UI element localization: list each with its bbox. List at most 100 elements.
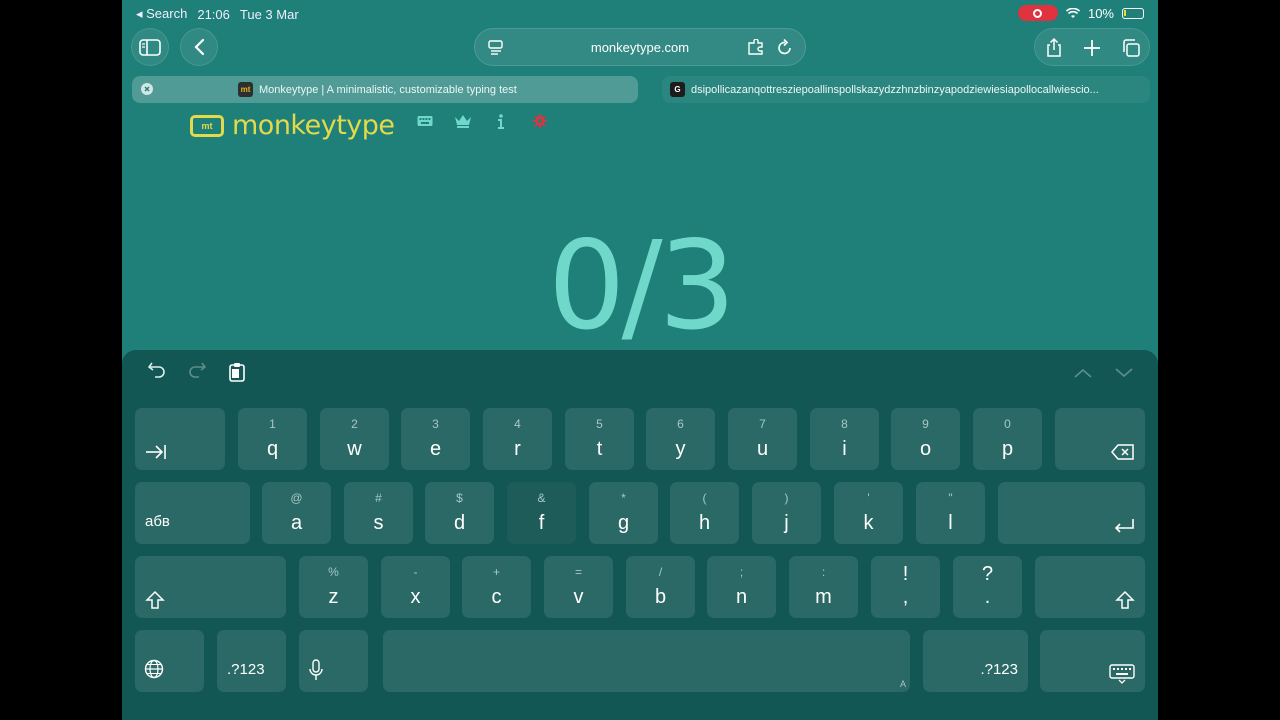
next-field-button[interactable] <box>1115 365 1133 383</box>
status-time: 21:06 <box>197 6 230 22</box>
toolbar-right-group <box>1034 28 1150 66</box>
screen-recording-icon[interactable] <box>1017 5 1058 21</box>
key-w[interactable]: 2w <box>320 408 389 470</box>
backspace-key[interactable] <box>1055 408 1145 470</box>
globe-icon <box>144 659 164 679</box>
key-f[interactable]: & f <box>507 482 576 544</box>
space-bar[interactable]: A <box>383 630 910 692</box>
globe-key[interactable] <box>135 630 204 692</box>
key-e[interactable]: 3e <box>401 408 470 470</box>
keyboard-icon <box>417 116 433 126</box>
key-m[interactable]: :m <box>789 556 858 618</box>
back-button[interactable] <box>180 28 218 66</box>
about-nav[interactable] <box>497 114 505 134</box>
key-q[interactable]: 1q <box>238 408 307 470</box>
word-counter: 0/3 <box>547 215 736 357</box>
paste-button[interactable] <box>229 362 245 387</box>
share-icon <box>1047 37 1061 57</box>
sidebar-toggle-button[interactable] <box>131 28 169 66</box>
monkeytype-favicon: mt <box>238 82 253 97</box>
chevron-down-icon <box>1115 368 1133 378</box>
battery-icon <box>1122 7 1144 19</box>
onscreen-keyboard: 1q 2w 3e 4r 5t 6y 7u 8i 9o 0p абв @ a # s … <box>122 350 1158 720</box>
google-favicon: G <box>670 82 685 97</box>
close-icon <box>141 83 153 95</box>
shift-icon <box>145 590 165 609</box>
undo-icon <box>147 362 165 378</box>
key-c[interactable]: + c <box>462 556 531 618</box>
address-bar[interactable]: monkeytype.com <box>474 28 806 66</box>
key-z[interactable]: % z <box>299 556 368 618</box>
wifi-icon <box>1065 7 1080 18</box>
status-date: Tue 3 Mar <box>239 6 299 22</box>
key-t[interactable]: 5t <box>565 408 634 470</box>
tab-overview-button[interactable] <box>1121 38 1141 63</box>
tab-monkeytype[interactable]: mt Monkeytype | A minimalistic, customiz… <box>132 76 638 103</box>
tab-title: dsipollicazanqottresziepoallinspollskazy… <box>691 83 1099 96</box>
key-period[interactable]: ?. <box>953 556 1022 618</box>
back-to-app-link[interactable]: ◂ Search <box>136 6 187 22</box>
extension-icon[interactable] <box>747 38 765 55</box>
typing-test-nav[interactable] <box>417 114 433 132</box>
key-l[interactable]: " l <box>916 482 985 544</box>
dictation-key[interactable] <box>299 630 368 692</box>
dismiss-keyboard-key[interactable] <box>1040 630 1145 692</box>
shift-icon <box>1115 590 1135 609</box>
key-h[interactable]: (h <box>670 482 739 544</box>
numbers-key-right[interactable]: .?123 <box>923 630 1028 692</box>
gear-icon <box>533 114 547 128</box>
key-j[interactable]: ) j <box>752 482 821 544</box>
key-k[interactable]: ' k <box>834 482 903 544</box>
tabs-icon <box>1123 39 1140 57</box>
plus-icon <box>1084 40 1100 56</box>
tab-google-search[interactable]: G dsipollicazanqottresziepoallinspollska… <box>662 76 1150 103</box>
logo-text: monkeytype <box>232 110 395 141</box>
sidebar-icon <box>139 38 161 56</box>
tab-title: Monkeytype | A minimalistic, customizabl… <box>259 83 517 96</box>
status-bar: ◂ Search 21:06 Tue 3 Mar 10% <box>122 0 1158 28</box>
space-hint-label: A <box>899 679 906 689</box>
close-tab-button[interactable] <box>141 83 153 98</box>
key-o[interactable]: 9o <box>891 408 960 470</box>
battery-percent: 10% <box>1087 5 1114 21</box>
ipad-screen: ◂ Search 21:06 Tue 3 Mar 10% monkeytype.… <box>122 0 1158 720</box>
keyboard-logo-icon: mt <box>190 114 224 137</box>
key-r[interactable]: 4r <box>483 408 552 470</box>
numbers-key-left[interactable]: .?123 <box>217 630 286 692</box>
microphone-icon <box>309 659 323 680</box>
key-a[interactable]: @ a <box>262 482 331 544</box>
key-i[interactable]: 8i <box>810 408 879 470</box>
key-b[interactable]: / b <box>626 556 695 618</box>
chevron-left-icon <box>194 38 205 56</box>
key-s[interactable]: # s <box>344 482 413 544</box>
key-d[interactable]: $ d <box>425 482 494 544</box>
key-u[interactable]: 7u <box>728 408 797 470</box>
info-icon <box>498 114 504 129</box>
keyboard-dismiss-icon <box>1109 664 1135 684</box>
reload-icon[interactable] <box>777 38 793 56</box>
key-n[interactable]: ; n <box>707 556 776 618</box>
settings-nav[interactable] <box>533 114 547 133</box>
key-comma[interactable]: !, <box>871 556 940 618</box>
redo-button[interactable] <box>188 362 207 383</box>
return-icon <box>1114 519 1134 533</box>
key-v[interactable]: = v <box>544 556 613 618</box>
return-key[interactable] <box>998 482 1145 544</box>
chevron-up-icon <box>1074 368 1092 378</box>
key-x[interactable]: -x <box>381 556 450 618</box>
key-y[interactable]: 6y <box>646 408 715 470</box>
undo-button[interactable] <box>147 362 166 383</box>
share-button[interactable] <box>1045 37 1063 63</box>
redo-icon <box>189 362 207 378</box>
tab-key[interactable] <box>135 408 225 470</box>
tab-arrow-icon <box>146 445 166 459</box>
new-tab-button[interactable] <box>1083 39 1101 62</box>
monkeytype-logo[interactable]: mt monkeytype <box>190 110 395 141</box>
key-p[interactable]: 0p <box>973 408 1042 470</box>
previous-field-button[interactable] <box>1074 365 1092 383</box>
right-shift-key[interactable] <box>1035 556 1145 618</box>
language-switch-key[interactable]: абв <box>135 482 250 544</box>
leaderboards-nav[interactable] <box>454 114 472 133</box>
key-g[interactable]: * g <box>589 482 658 544</box>
left-shift-key[interactable] <box>135 556 286 618</box>
